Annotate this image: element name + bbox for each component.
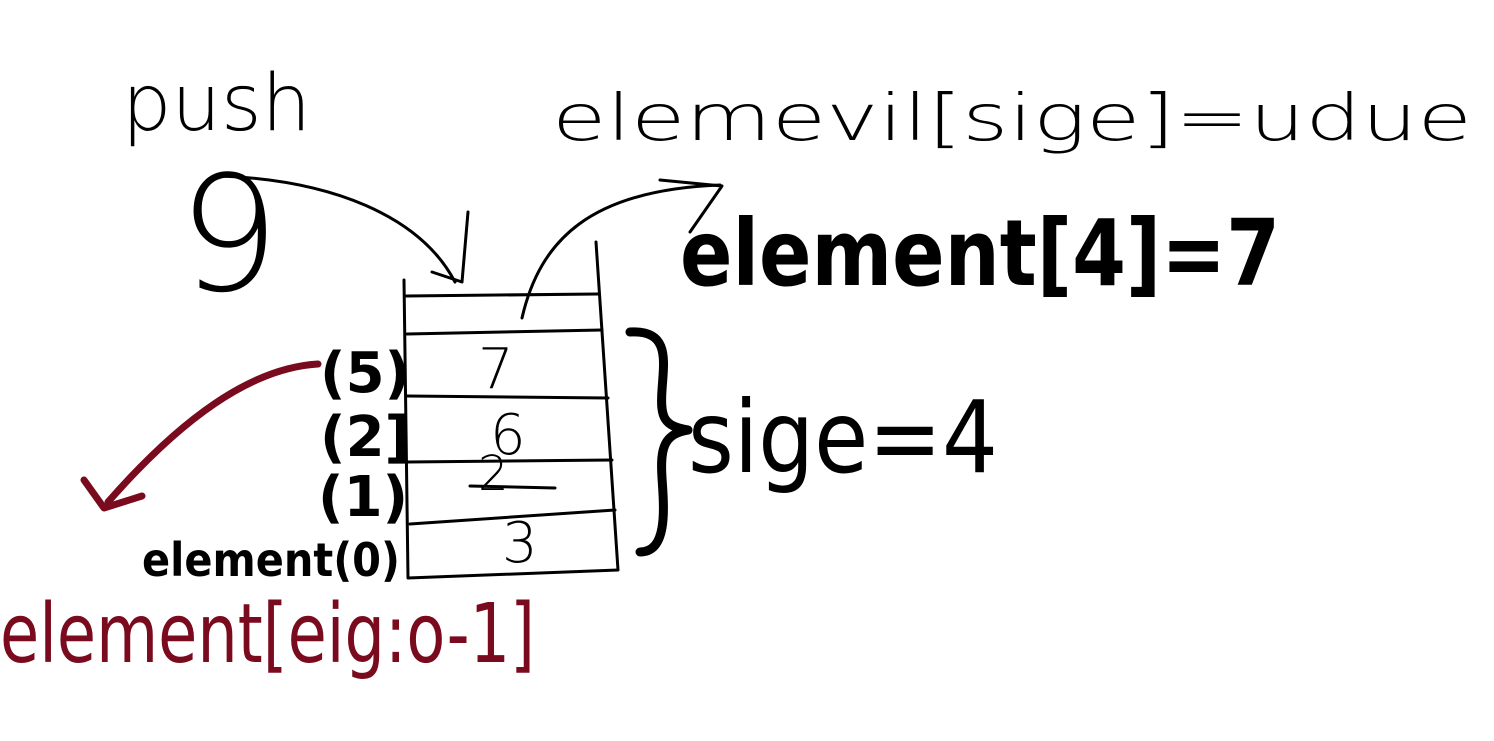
stack: 7 6 2 3 (402, 240, 620, 580)
size-label: sige=4 (688, 379, 998, 496)
index-label-top: (5) (320, 341, 410, 406)
pushed-value: 9 (178, 141, 280, 328)
index-label-0: element(0) (142, 533, 400, 587)
last-index-formula: element[eig:o-1] (0, 587, 535, 682)
index-label-1: (1) (318, 465, 408, 530)
assign-example: element[4]=7 (680, 200, 1280, 307)
index-label-2: (2] (320, 405, 410, 470)
stack-divider (404, 292, 600, 298)
red-arrow (80, 360, 322, 512)
size-brace (625, 327, 693, 557)
stack-cell-value: 3 (502, 511, 538, 576)
assign-formula: elemevil[sige]=udue (552, 82, 1472, 156)
stack-cell-value: 2 (478, 446, 509, 502)
stack-divider (405, 328, 604, 336)
push-label: push (122, 59, 311, 149)
whiteboard-canvas: push 9 elemevil[sige]=udue element[4]=7 … (0, 59, 1472, 682)
stack-cell-value: 7 (478, 337, 514, 402)
